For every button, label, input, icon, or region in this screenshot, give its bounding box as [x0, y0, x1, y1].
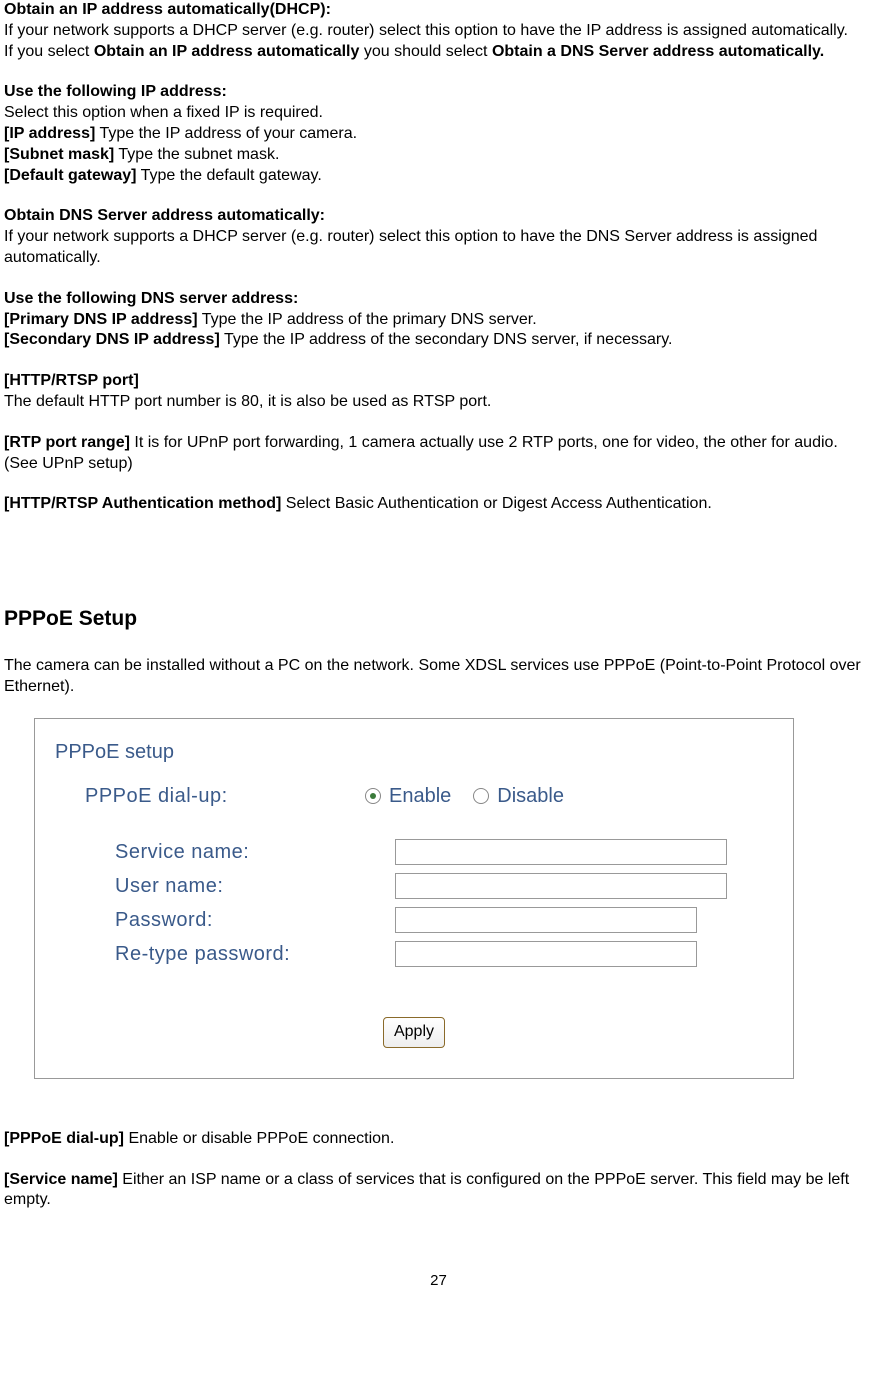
pppoe-dialup-label: PPPoE dial-up: [55, 783, 365, 809]
page-number: 27 [4, 1271, 869, 1291]
pppoe-enable-radio[interactable] [365, 788, 381, 804]
pppoe-setup-panel: PPPoE setup PPPoE dial-up: Enable Disabl… [34, 718, 794, 1079]
text: Type the IP address of the primary DNS s… [198, 311, 537, 328]
dhcp-desc-2: If you select Obtain an IP address autom… [4, 42, 869, 63]
text: Type the IP address of your camera. [95, 125, 357, 142]
rtp-port-line: [RTP port range] It is for UPnP port for… [4, 433, 869, 475]
text: Type the subnet mask. [114, 146, 279, 163]
service-name-input[interactable] [395, 839, 727, 865]
password-input[interactable] [395, 907, 697, 933]
pppoe-disable-radio[interactable] [473, 788, 489, 804]
dns-auto-heading: Obtain DNS Server address automatically: [4, 207, 325, 224]
primary-dns-line: [Primary DNS IP address] Type the IP add… [4, 310, 869, 331]
label: [IP address] [4, 125, 95, 142]
text: Type the default gateway. [136, 167, 321, 184]
service-name-label: Service name: [55, 839, 395, 865]
http-port-desc: The default HTTP port number is 80, it i… [4, 392, 869, 413]
ip-address-line: [IP address] Type the IP address of your… [4, 124, 869, 145]
label: [Primary DNS IP address] [4, 311, 198, 328]
auth-method-line: [HTTP/RTSP Authentication method] Select… [4, 494, 869, 515]
retype-password-input[interactable] [395, 941, 697, 967]
dhcp-heading: Obtain an IP address automatically(DHCP)… [4, 1, 331, 18]
label: [Subnet mask] [4, 146, 114, 163]
pppoe-panel-title: PPPoE setup [55, 739, 773, 765]
http-port-heading: [HTTP/RTSP port] [4, 372, 139, 389]
pppoe-setup-heading: PPPoE Setup [4, 605, 869, 632]
label: [Default gateway] [4, 167, 136, 184]
secondary-dns-line: [Secondary DNS IP address] Type the IP a… [4, 330, 869, 351]
text: Select Basic Authentication or Digest Ac… [281, 495, 711, 512]
enable-label: Enable [389, 783, 451, 809]
text: Type the IP address of the secondary DNS… [220, 331, 673, 348]
disable-label: Disable [497, 783, 564, 809]
label: [HTTP/RTSP Authentication method] [4, 495, 281, 512]
static-ip-heading: Use the following IP address: [4, 83, 227, 100]
subnet-line: [Subnet mask] Type the subnet mask. [4, 145, 869, 166]
text: you should select [359, 43, 492, 60]
label: [RTP port range] [4, 434, 130, 451]
text: Enable or disable PPPoE connection. [124, 1130, 394, 1147]
service-name-desc: [Service name] Either an ISP name or a c… [4, 1170, 869, 1212]
dns-static-heading: Use the following DNS server address: [4, 290, 298, 307]
retype-password-label: Re-type password: [55, 941, 395, 967]
password-label: Password: [55, 907, 395, 933]
text-bold: Obtain a DNS Server address automaticall… [492, 43, 824, 60]
pppoe-dialup-desc: [PPPoE dial-up] Enable or disable PPPoE … [4, 1129, 869, 1150]
text-bold: Obtain an IP address automatically [94, 43, 360, 60]
apply-button[interactable]: Apply [383, 1017, 445, 1048]
user-name-label: User name: [55, 873, 395, 899]
text: It is for UPnP port forwarding, 1 camera… [4, 434, 838, 472]
dhcp-desc-1: If your network supports a DHCP server (… [4, 21, 869, 42]
text: Either an ISP name or a class of service… [4, 1171, 849, 1209]
user-name-input[interactable] [395, 873, 727, 899]
pppoe-intro: The camera can be installed without a PC… [4, 656, 869, 698]
text: If you select [4, 43, 94, 60]
static-ip-desc: Select this option when a fixed IP is re… [4, 103, 869, 124]
label: [Secondary DNS IP address] [4, 331, 220, 348]
label: [Service name] [4, 1171, 118, 1188]
gateway-line: [Default gateway] Type the default gatew… [4, 166, 869, 187]
dns-auto-desc: If your network supports a DHCP server (… [4, 227, 869, 269]
label: [PPPoE dial-up] [4, 1130, 124, 1147]
